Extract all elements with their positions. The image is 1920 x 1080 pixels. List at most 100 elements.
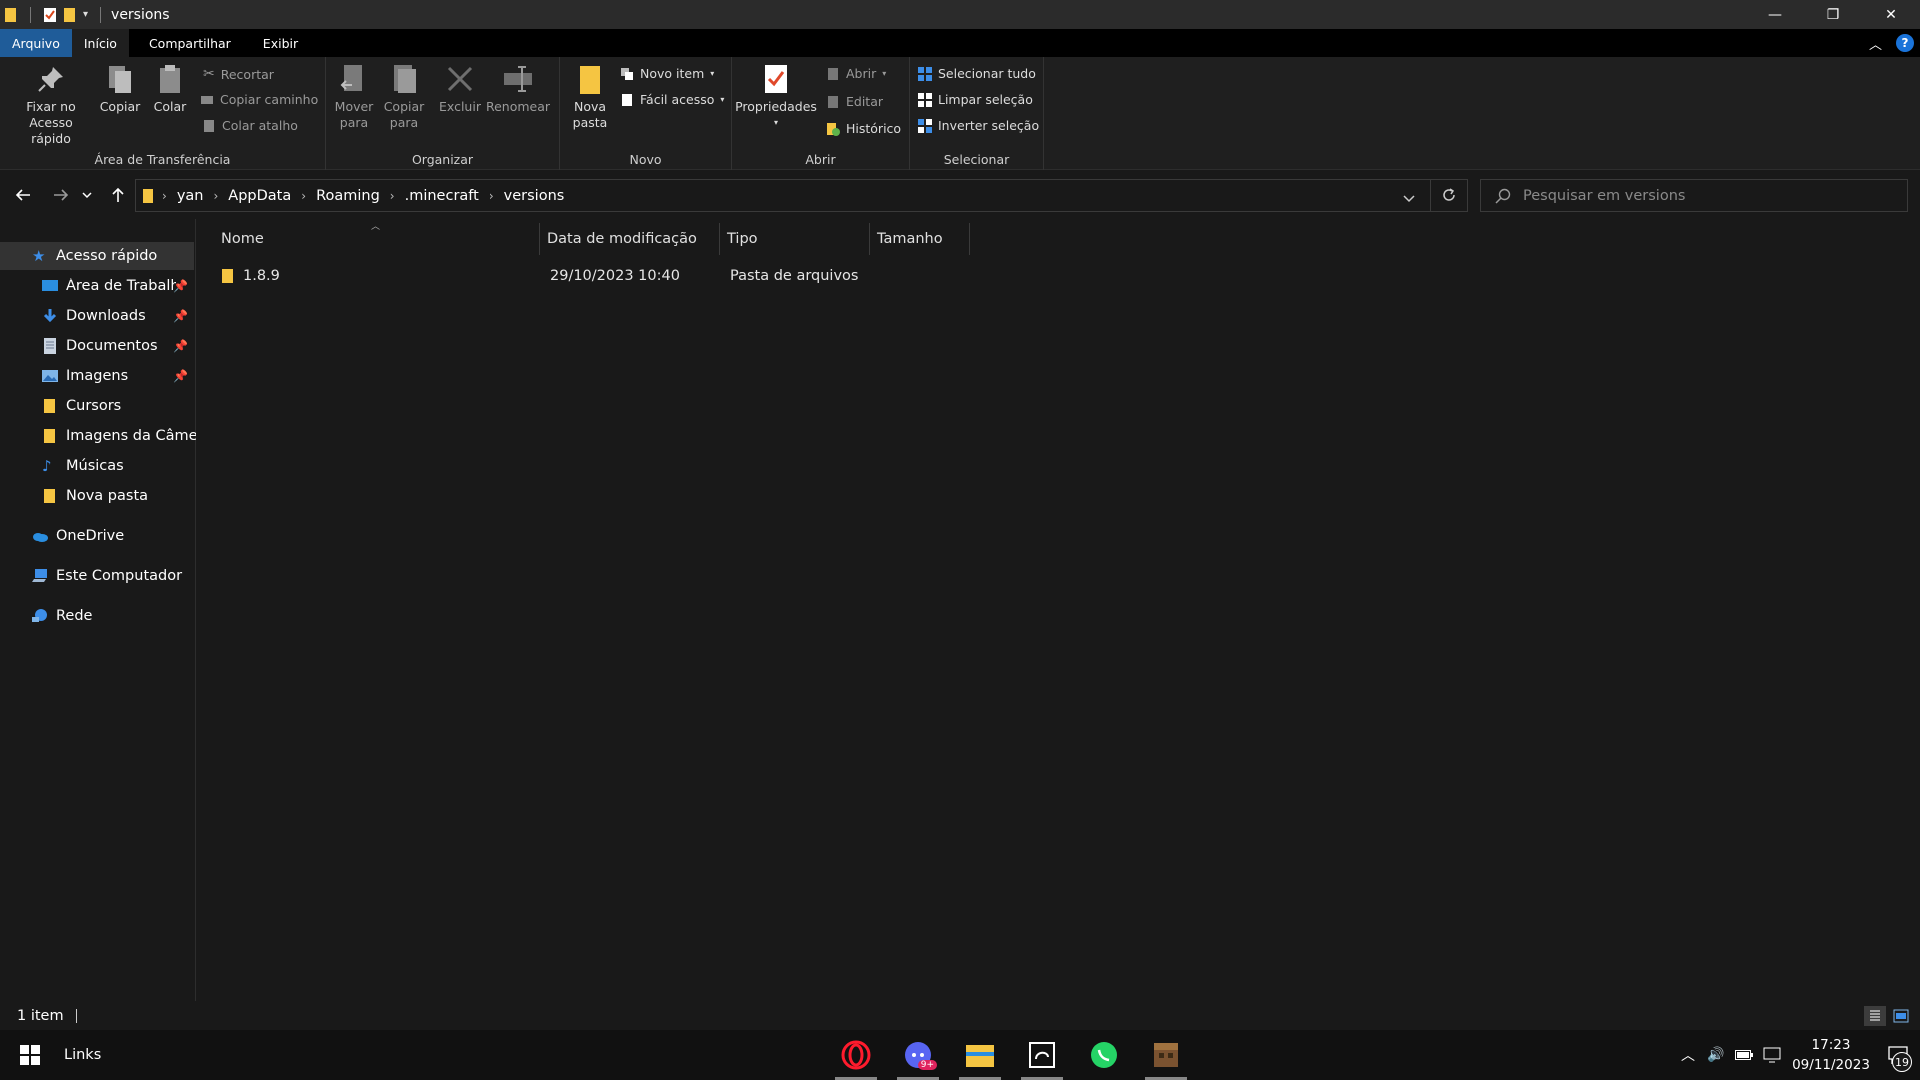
forward-button[interactable]: [49, 183, 73, 207]
column-header-modified[interactable]: Data de modificação: [547, 219, 717, 259]
volume-icon[interactable]: 🔊: [1702, 1030, 1730, 1080]
paste-shortcut-button[interactable]: Colar atalho: [202, 118, 298, 133]
recent-locations-button[interactable]: [80, 183, 94, 207]
breadcrumb-appdata[interactable]: AppData: [224, 188, 295, 204]
invert-selection-button[interactable]: Inverter seleção: [918, 118, 1039, 133]
rename-button[interactable]: Renomear: [486, 63, 550, 115]
taskbar-minecraft-launcher[interactable]: [1141, 1030, 1191, 1080]
edit-pencil-icon: [828, 95, 838, 108]
new-folder-icon[interactable]: [63, 7, 77, 23]
address-bar[interactable]: › yan › AppData › Roaming › .minecraft ›…: [135, 179, 1468, 212]
taskbar-file-explorer[interactable]: [955, 1030, 1005, 1080]
address-history-button[interactable]: [1403, 189, 1415, 208]
edit-button[interactable]: Editar: [826, 94, 883, 109]
breadcrumb-minecraft[interactable]: .minecraft: [401, 188, 483, 204]
sidebar-item-new-folder[interactable]: Nova pasta: [0, 482, 196, 510]
sidebar-item-label: Documentos: [66, 338, 158, 354]
breadcrumb-versions[interactable]: versions: [500, 188, 569, 204]
clock[interactable]: 17:23 09/11/2023: [1786, 1030, 1876, 1080]
up-button[interactable]: [106, 183, 130, 207]
search-box[interactable]: [1480, 179, 1908, 212]
sidebar-item-this-pc[interactable]: Este Computador: [0, 562, 196, 590]
tab-view[interactable]: Exibir: [243, 29, 310, 57]
start-button[interactable]: [10, 1030, 50, 1080]
breadcrumb-separator-icon: ›: [301, 188, 307, 203]
collapse-ribbon-icon[interactable]: ︿: [1869, 34, 1882, 53]
refresh-button[interactable]: [1441, 187, 1457, 207]
back-button[interactable]: [11, 183, 35, 207]
column-header-name[interactable]: Nome: [221, 219, 531, 259]
maximize-button[interactable]: ❐: [1804, 0, 1862, 29]
new-item-button[interactable]: Novo item ▾: [620, 66, 714, 81]
copy-to-button[interactable]: Copiar para: [382, 63, 426, 131]
copy-path-button[interactable]: Copiar caminho: [200, 92, 318, 107]
sidebar-item-label: Nova pasta: [66, 488, 149, 504]
select-none-button[interactable]: Limpar seleção: [918, 92, 1033, 107]
folder-icon: [222, 269, 233, 283]
action-center-button[interactable]: 19: [1876, 1030, 1920, 1080]
chevron-down-icon: [1403, 195, 1415, 203]
taskbar-whatsapp[interactable]: [1079, 1030, 1129, 1080]
pin-label-1: Fixar no: [26, 99, 76, 114]
taskbar-app-window[interactable]: [1017, 1030, 1067, 1080]
customize-toolbar-icon[interactable]: ▾: [83, 9, 88, 20]
taskbar-opera[interactable]: [831, 1030, 881, 1080]
cut-button[interactable]: ✂ Recortar: [203, 66, 274, 82]
sidebar-item-downloads[interactable]: Downloads 📌: [0, 302, 196, 330]
tab-home[interactable]: Início: [71, 29, 129, 57]
new-folder-button[interactable]: Nova pasta: [568, 63, 612, 131]
battery-icon[interactable]: [1730, 1030, 1758, 1080]
paste-button[interactable]: Colar: [150, 63, 190, 115]
file-explorer-icon: [966, 1045, 994, 1067]
history-button[interactable]: Histórico: [826, 121, 901, 136]
minimize-button[interactable]: —: [1746, 0, 1804, 29]
search-input[interactable]: [1523, 187, 1883, 204]
sidebar-item-pictures[interactable]: Imagens 📌: [0, 362, 196, 390]
sidebar-item-onedrive[interactable]: OneDrive: [0, 522, 196, 550]
column-divider[interactable]: [719, 223, 720, 255]
close-button[interactable]: ✕: [1862, 0, 1920, 29]
column-divider[interactable]: [969, 223, 970, 255]
dropdown-arrow-icon: ▾: [710, 69, 715, 78]
notification-count-badge: 19: [1892, 1052, 1912, 1072]
properties-check-icon[interactable]: [43, 7, 57, 23]
table-row[interactable]: 1.8.9 29/10/2023 10:40 Pasta de arquivos: [213, 261, 1053, 291]
show-hidden-icons-button[interactable]: ︿: [1674, 1030, 1702, 1080]
sidebar-item-desktop[interactable]: Área de Trabalho 📌: [0, 272, 196, 300]
select-none-icon: [918, 92, 932, 107]
tab-share[interactable]: Compartilhar: [129, 29, 243, 57]
sidebar-item-cursors[interactable]: Cursors: [0, 392, 196, 420]
group-select: Selecionar tudo Limpar seleção Inverter …: [910, 57, 1044, 170]
breadcrumb-roaming[interactable]: Roaming: [312, 188, 384, 204]
sidebar-item-documents[interactable]: Documentos 📌: [0, 332, 196, 360]
tab-file[interactable]: Arquivo: [0, 29, 72, 57]
pin-quick-access-button[interactable]: Fixar no Acesso rápido: [8, 63, 94, 147]
easy-access-button[interactable]: Fácil acesso ▾: [620, 92, 724, 107]
links-toolbar[interactable]: Links: [64, 1030, 101, 1080]
sidebar-item-camera-roll[interactable]: Imagens da Câmera: [0, 422, 196, 450]
column-divider[interactable]: [869, 223, 870, 255]
move-label-2: para: [339, 115, 369, 130]
network-status-icon[interactable]: [1758, 1030, 1786, 1080]
large-icons-view-button[interactable]: [1890, 1006, 1912, 1026]
delete-button[interactable]: Excluir: [439, 63, 481, 115]
sidebar-item-quick-access[interactable]: ★ Acesso rápido: [0, 242, 194, 270]
column-divider[interactable]: [539, 223, 540, 255]
help-icon[interactable]: ?: [1896, 34, 1914, 52]
open-button[interactable]: Abrir ▾: [826, 66, 886, 81]
copy-button[interactable]: Copiar: [98, 63, 142, 115]
select-all-button[interactable]: Selecionar tudo: [918, 66, 1036, 81]
copy-to-icon: [394, 65, 416, 93]
sidebar-item-music[interactable]: ♪ Músicas: [0, 452, 196, 480]
star-icon: ★: [32, 247, 46, 265]
column-header-size[interactable]: Tamanho: [877, 219, 967, 259]
taskbar-discord[interactable]: 9+: [893, 1030, 943, 1080]
details-view-button[interactable]: [1864, 1006, 1886, 1026]
move-to-button[interactable]: Mover para: [332, 63, 376, 131]
group-organize: Mover para Copiar para Excluir Renomear …: [326, 57, 560, 170]
file-type-cell: Pasta de arquivos: [730, 268, 859, 284]
properties-button[interactable]: Propriedades ▾: [735, 63, 817, 131]
column-header-type[interactable]: Tipo: [727, 219, 867, 259]
breadcrumb-yan[interactable]: yan: [173, 188, 208, 204]
sidebar-item-network[interactable]: Rede: [0, 602, 196, 630]
